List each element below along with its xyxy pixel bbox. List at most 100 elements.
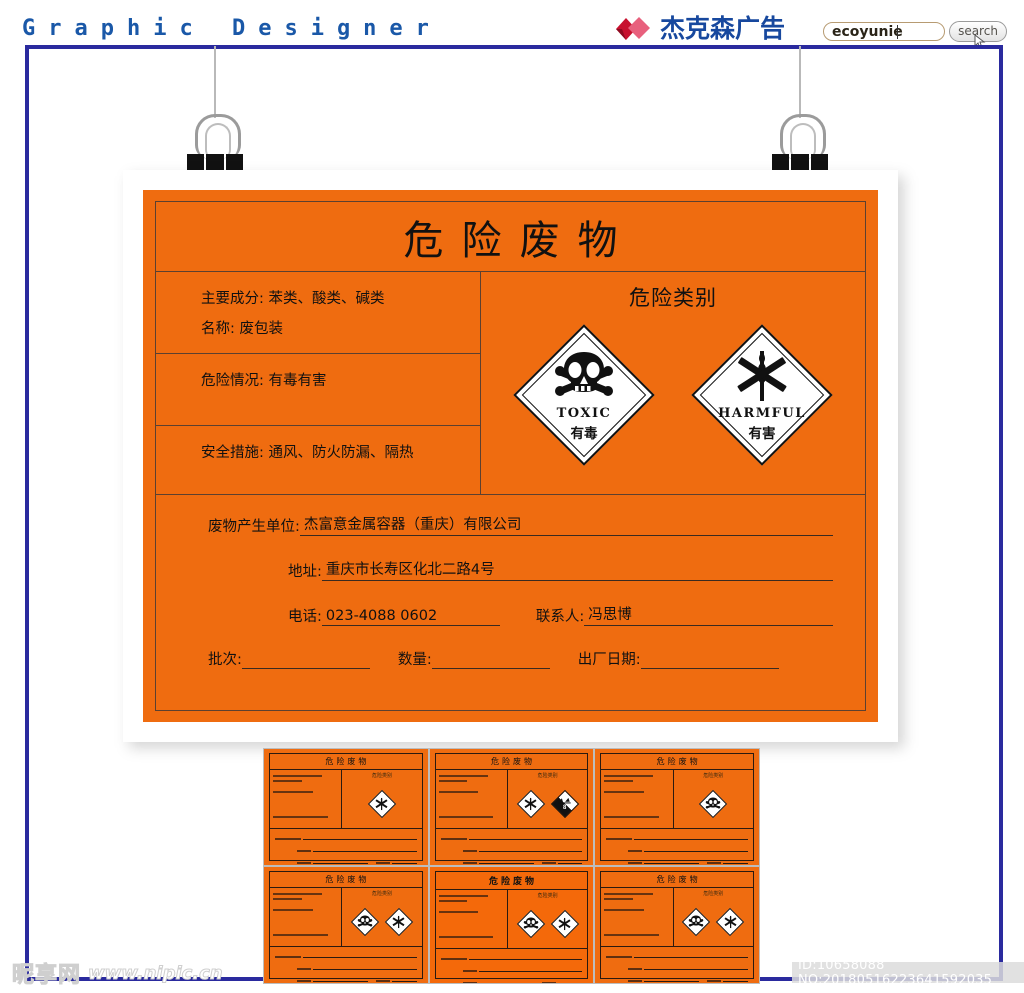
thumbnail-middle: 危险类别 8	[435, 770, 588, 829]
phone-value[interactable]: 023-4088 0602	[321, 608, 500, 626]
field-name: 名称: 废包装	[201, 321, 283, 337]
thumbnail-title: 危险废物	[435, 754, 588, 770]
thumbnail-item[interactable]: 危险废物危险类别 8	[429, 749, 594, 865]
thumbnail-fields	[436, 890, 508, 948]
page-header: Graphic Designer 杰克森广告 ecoyunie search	[0, 0, 1024, 50]
thumbnail-item[interactable]: 危险废物危险类别	[595, 867, 759, 983]
hazardous-waste-label[interactable]: 危险废物 主要成分: 苯类、酸类、碱类 名称: 废包装 危险情况: 有毒有害 安…	[143, 190, 878, 722]
label-info-section: 废物产生单位: 杰富意金属容器（重庆）有限公司 地址: 重庆市长寿区化北二路4号…	[156, 494, 865, 710]
thumbnail-fields	[436, 770, 508, 828]
hazard-english-label: HARMFUL	[718, 405, 806, 421]
address-label: 地址:	[288, 564, 322, 580]
label-title: 危险废物	[156, 202, 865, 272]
thumb-hazard-skull-crossbones-icon	[681, 907, 711, 937]
info-row-contact: 电话: 023-4088 0602 联系人: 冯思博	[188, 603, 833, 626]
thumbnail-fields	[270, 888, 343, 946]
thumbnail-hazards: 危险类别	[674, 770, 753, 828]
brand-name: 杰克森广告	[660, 14, 786, 43]
address-value[interactable]: 重庆市长寿区化北二路4号	[321, 558, 520, 581]
image-id-badge: ID:10658088 NO:20180516223641592035	[792, 958, 1024, 988]
label-inner-border: 危险废物 主要成分: 苯类、酸类、碱类 名称: 废包装 危险情况: 有毒有害 安…	[155, 201, 866, 711]
field-danger-status: 危险情况: 有毒有害	[201, 373, 327, 389]
thumbnail-category-title: 危险类别	[703, 891, 724, 897]
thumbnail-category-title: 危险类别	[371, 773, 392, 779]
thumbnail-fields	[601, 770, 674, 828]
thumbnail-grid: 危险废物 危险类别 危险废物 危险类别 8 危险废物 危险类别 危险废物 危险类别 危险废物 危险类…	[263, 748, 760, 984]
thumbnail-info	[436, 949, 588, 983]
thumbnail-title: 危险废物	[601, 754, 753, 770]
unit-value[interactable]: 杰富意金属容器（重庆）有限公司	[299, 513, 548, 536]
thumbnail-category-title: 危险类别	[371, 891, 392, 897]
hazard-english-label: TOXIC	[556, 405, 612, 421]
qty-label: 数量:	[397, 652, 432, 668]
image-id-text: ID:10658088 NO:20180516223641592035	[798, 957, 993, 988]
date-label: 出厂日期:	[577, 652, 641, 668]
hazard-category-title: 危险类别	[629, 286, 717, 310]
thumbnail-item[interactable]: 危险废物危险类别	[264, 867, 428, 983]
thumbnail-fields	[270, 770, 343, 828]
watermark-url-text: www.nipic.cn	[88, 962, 224, 984]
thumbnail-middle: 危险类别	[601, 888, 753, 947]
date-value[interactable]	[640, 667, 779, 669]
thumbnail-category-title: 危险类别	[703, 773, 724, 779]
thumbnail-border: 危险废物危险类别	[269, 753, 423, 864]
thumb-hazard-crossed-wheat-icon	[550, 909, 580, 939]
thumbnail-border: 危险废物危险类别	[434, 871, 589, 983]
thumbnail-hazards: 危险类别	[342, 770, 421, 828]
thumbnail-title: 危险废物	[270, 754, 422, 770]
thumbnail-hazards: 危险类别	[674, 888, 753, 946]
info-row-unit: 废物产生单位: 杰富意金属容器（重庆）有限公司	[188, 513, 833, 536]
thumbnail-title: 危险废物	[270, 872, 422, 888]
thumbnail-border: 危险废物危险类别	[600, 753, 754, 864]
thumbnail-info	[270, 947, 422, 983]
label-title-text: 危险废物	[403, 217, 636, 264]
batch-value[interactable]	[241, 667, 370, 669]
skull-crossbones-icon	[553, 349, 615, 403]
thumbnail-fields	[601, 888, 674, 946]
info-row-batch: 批次: 数量: 出厂日期:	[188, 648, 833, 669]
search-input-value: ecoyunie	[832, 24, 903, 40]
thumb-hazard-crossed-wheat-icon	[384, 907, 414, 937]
search-input[interactable]: ecoyunie	[823, 22, 945, 41]
thumbnail-hazards: 危险类别	[508, 890, 587, 948]
contact-value[interactable]: 冯思博	[584, 603, 673, 626]
thumbnail-hazards: 危险类别 8	[508, 770, 587, 828]
hazard-diamond-group: TOXIC 有毒 HARMFUL 有害	[481, 319, 865, 471]
thumbnail-item[interactable]: 危险废物危险类别	[264, 749, 428, 865]
hazard-chinese-label: 有毒	[570, 425, 598, 442]
phone-label: 电话:	[288, 609, 322, 625]
thumb-hazard-skull-crossbones-icon	[350, 907, 380, 937]
thumbnail-middle: 危险类别	[601, 770, 753, 829]
thumb-hazard-corrosive-8-icon: 8	[550, 789, 580, 819]
unit-label: 废物产生单位:	[208, 519, 300, 535]
site-title: Graphic Designer	[22, 16, 442, 41]
safety-cell: 安全措施: 通风、防火防漏、隔热	[156, 426, 480, 494]
info-row-address: 地址: 重庆市长寿区化北二路4号	[188, 558, 833, 581]
thumbnail-category-title: 危险类别	[537, 893, 558, 899]
thumb-hazard-crossed-wheat-icon	[715, 907, 745, 937]
thumb-hazard-skull-crossbones-icon	[698, 789, 728, 819]
thumb-hazard-crossed-wheat-icon	[516, 789, 546, 819]
label-middle-section: 主要成分: 苯类、酸类、碱类 名称: 废包装 危险情况: 有毒有害 安全措施: …	[156, 272, 865, 494]
hazard-chinese-label: 有害	[748, 425, 776, 442]
watermark-cn-text: 昵享网	[11, 963, 82, 989]
thumbnail-title: 危险废物	[601, 872, 753, 888]
thumbnail-info	[270, 829, 422, 865]
qty-value[interactable]	[431, 667, 550, 669]
hazard-diamond-harmful: HARMFUL 有害	[686, 319, 838, 471]
text-caret	[897, 25, 898, 39]
thumbnail-item[interactable]: 危险废物危险类别	[429, 867, 594, 983]
thumbnail-item[interactable]: 危险废物危险类别	[595, 749, 759, 865]
thumb-hazard-crossed-wheat-icon	[367, 789, 397, 819]
thumbnail-title: 危险废物	[435, 872, 588, 890]
thumbnail-middle: 危险类别	[270, 888, 422, 947]
thumbnail-category-title: 危险类别	[537, 773, 558, 779]
danger-cell: 危险情况: 有毒有害	[156, 354, 480, 426]
thumbnail-border: 危险废物危险类别	[269, 871, 423, 982]
composition-cell: 主要成分: 苯类、酸类、碱类 名称: 废包装	[156, 272, 480, 354]
label-hazard-column: 危险类别 TOXIC 有毒 HARMFUL 有害	[481, 272, 865, 494]
thumbnail-info	[601, 829, 753, 865]
site-watermark: 昵享网 www.nipic.cn	[11, 958, 224, 989]
thumbnail-border: 危险废物危险类别	[600, 871, 754, 982]
contact-label: 联系人:	[535, 609, 585, 625]
